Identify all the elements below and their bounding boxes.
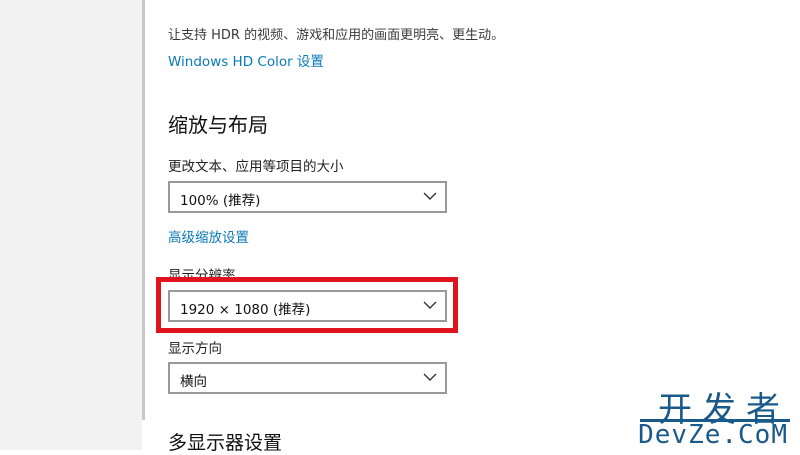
scale-layout-heading: 缩放与布局 bbox=[168, 113, 268, 137]
chevron-down-icon bbox=[423, 373, 437, 381]
orientation-dropdown-value: 横向 bbox=[180, 374, 207, 390]
site-watermark: 开发者 DevZe.CoM bbox=[638, 382, 790, 450]
text-size-label: 更改文本、应用等项目的大小 bbox=[168, 159, 344, 175]
hdr-description: 让支持 HDR 的视频、游戏和应用的画面更明亮、更生动。 bbox=[168, 28, 505, 43]
red-highlight-box bbox=[156, 277, 458, 333]
watermark-english: DevZe.CoM bbox=[638, 420, 788, 450]
scale-dropdown-value: 100% (推荐) bbox=[180, 193, 261, 209]
orientation-dropdown[interactable]: 横向 bbox=[168, 362, 447, 394]
pane-divider bbox=[142, 0, 145, 420]
multi-display-heading: 多显示器设置 bbox=[168, 432, 283, 454]
orientation-label: 显示方向 bbox=[168, 341, 222, 357]
settings-nav-pane bbox=[0, 0, 142, 450]
scale-dropdown[interactable]: 100% (推荐) bbox=[168, 181, 447, 213]
advanced-scaling-link[interactable]: 高级缩放设置 bbox=[168, 226, 249, 246]
chevron-down-icon bbox=[423, 192, 437, 200]
windows-hd-color-link[interactable]: Windows HD Color 设置 bbox=[168, 50, 324, 70]
